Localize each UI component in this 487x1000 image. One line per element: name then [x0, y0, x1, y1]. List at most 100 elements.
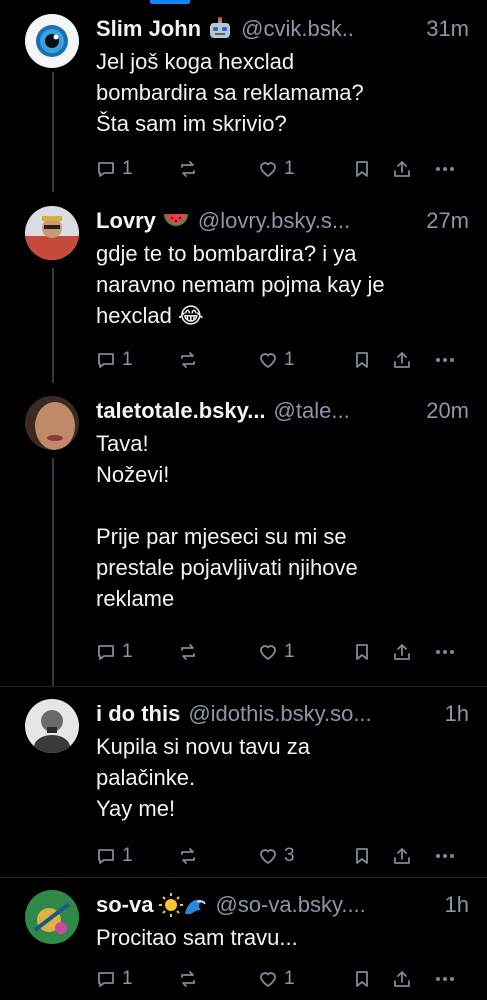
user-photo-avatar [25, 396, 79, 450]
post-text: Tava! Noževi! Prije par mjeseci su mi se… [96, 431, 358, 611]
reply-button[interactable]: 1 [96, 845, 133, 867]
avatar[interactable] [25, 396, 79, 450]
author-name[interactable]: so-va [96, 891, 153, 919]
share-icon [394, 971, 410, 987]
watermelon-emoji-icon [162, 210, 190, 232]
post[interactable]: taletotale.bsky... @tale... 20m Tava! No… [0, 390, 487, 686]
repost-icon [181, 352, 195, 368]
repost-button[interactable] [178, 969, 198, 989]
repost-button[interactable] [178, 159, 198, 179]
sun-wave-emoji-icon [159, 892, 207, 918]
more-options-button[interactable] [434, 159, 456, 179]
robot-emoji-icon [207, 17, 233, 41]
post[interactable]: i do this @idothis.bsky.so... 1h Kupila … [0, 687, 487, 877]
bookmark-button[interactable] [352, 642, 372, 662]
reply-count: 1 [122, 845, 133, 866]
heart-icon [260, 645, 276, 660]
post-header: Lovry @lovry.bsky.s... 27m [96, 206, 469, 236]
repost-icon [181, 848, 195, 864]
like-button[interactable]: 1 [258, 158, 295, 180]
reply-count: 1 [122, 641, 133, 662]
post-text: Jel još koga hexclad bombardira sa rekla… [96, 49, 364, 136]
reply-icon [98, 162, 114, 177]
more-options-button[interactable] [434, 846, 456, 866]
post-actions: 1 1 [94, 639, 469, 665]
share-icon [394, 644, 410, 660]
like-count: 3 [284, 845, 295, 866]
bookmark-button[interactable] [352, 969, 372, 989]
bookmark-icon [356, 971, 368, 987]
author-handle[interactable]: @so-va.bsky.... [215, 891, 440, 919]
post-text: Procitao sam travu... [96, 925, 298, 950]
reply-icon [98, 353, 114, 368]
avatar[interactable] [25, 14, 79, 68]
reply-icon [98, 849, 114, 864]
heart-icon [260, 972, 276, 987]
reply-icon [98, 972, 114, 987]
share-icon [394, 848, 410, 864]
like-button[interactable]: 1 [258, 641, 295, 663]
post-text: gdje te to bombardira? i ya naravno nema… [96, 241, 385, 328]
post-actions: 1 1 [94, 347, 469, 373]
author-handle[interactable]: @idothis.bsky.so... [188, 700, 440, 728]
post-time: 20m [426, 398, 469, 423]
like-count: 1 [284, 641, 295, 662]
repost-button[interactable] [178, 846, 198, 866]
reply-button[interactable]: 1 [96, 158, 133, 180]
post-time: 31m [426, 16, 469, 41]
reply-button[interactable]: 1 [96, 349, 133, 371]
repost-icon [181, 161, 195, 177]
avatar[interactable] [25, 890, 79, 944]
like-button[interactable]: 1 [258, 968, 295, 990]
post[interactable]: so-va @so-va.bsky.... 1h Procitao sam tr… [0, 878, 487, 1000]
bookmark-button[interactable] [352, 350, 372, 370]
repost-icon [181, 644, 195, 660]
share-icon [394, 161, 410, 177]
post[interactable]: Slim John @cvik.bsk.. 31m Jel još koga h… [0, 0, 487, 200]
like-count: 1 [284, 968, 295, 989]
bookmark-button[interactable] [352, 846, 372, 866]
more-options-button[interactable] [434, 969, 456, 989]
reply-button[interactable]: 1 [96, 968, 133, 990]
author-name[interactable]: Lovry [96, 207, 156, 235]
like-button[interactable]: 3 [258, 845, 295, 867]
repost-button[interactable] [178, 350, 198, 370]
like-button[interactable]: 1 [258, 349, 295, 371]
like-count: 1 [284, 349, 295, 370]
reply-count: 1 [122, 968, 133, 989]
share-button[interactable] [392, 642, 412, 662]
post-time: 27m [426, 208, 469, 233]
post[interactable]: Lovry @lovry.bsky.s... 27m gdje te to bo… [0, 200, 487, 390]
author-name[interactable]: taletotale.bsky... [96, 397, 266, 425]
more-options-button[interactable] [434, 350, 456, 370]
reply-icon [98, 645, 114, 660]
author-name[interactable]: Slim John [96, 15, 201, 43]
post-text: Kupila si novu tavu za palačinke. Yay me… [96, 734, 311, 821]
more-icon [436, 167, 454, 171]
author-handle[interactable]: @tale... [274, 397, 423, 425]
author-name[interactable]: i do this [96, 700, 180, 728]
post-header: taletotale.bsky... @tale... 20m [96, 396, 469, 426]
bookmark-button[interactable] [352, 159, 372, 179]
reply-count: 1 [122, 349, 133, 370]
share-button[interactable] [392, 969, 412, 989]
heart-icon [260, 849, 276, 864]
reply-button[interactable]: 1 [96, 641, 133, 663]
avatar[interactable] [25, 206, 79, 260]
author-handle[interactable]: @cvik.bsk.. [241, 15, 422, 43]
repost-button[interactable] [178, 642, 198, 662]
post-header: Slim John @cvik.bsk.. 31m [96, 14, 469, 44]
more-icon [436, 977, 454, 981]
share-button[interactable] [392, 350, 412, 370]
reply-count: 1 [122, 158, 133, 179]
bookmark-icon [356, 644, 368, 660]
share-icon [394, 352, 410, 368]
share-button[interactable] [392, 846, 412, 866]
more-options-button[interactable] [434, 642, 456, 662]
heart-icon [260, 162, 276, 177]
avatar[interactable] [25, 699, 79, 753]
share-button[interactable] [392, 159, 412, 179]
heart-icon [260, 353, 276, 368]
like-count: 1 [284, 158, 295, 179]
author-handle[interactable]: @lovry.bsky.s... [198, 207, 422, 235]
